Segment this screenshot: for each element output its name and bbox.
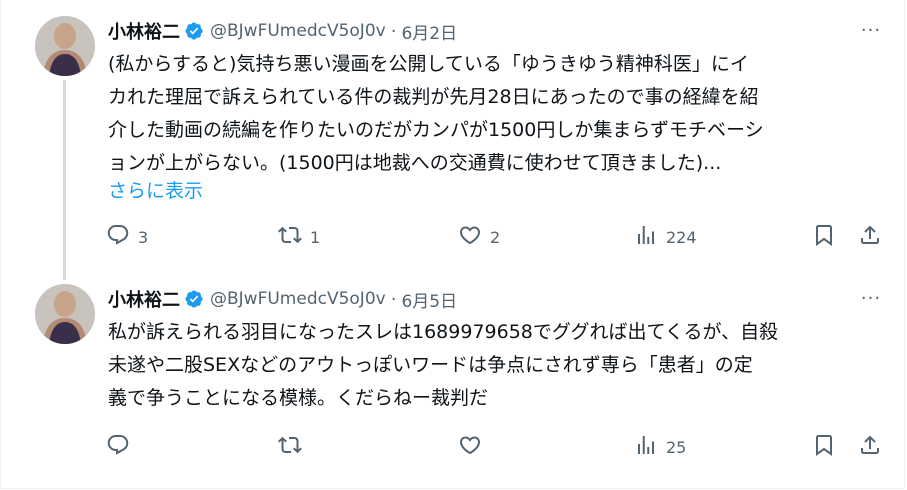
views-button[interactable]: 25 — [634, 432, 686, 462]
verified-badge-icon — [184, 289, 204, 309]
views-icon — [634, 433, 658, 461]
tweet-header: 小林裕二 @BJwFUmedcV5oJ0v · 6月2日 — [108, 18, 457, 44]
views-count: 224 — [666, 227, 697, 247]
author-handle[interactable]: @BJwFUmedcV5oJ0v — [210, 289, 386, 309]
share-icon — [858, 223, 882, 251]
like-icon — [458, 223, 482, 251]
retweet-icon — [278, 433, 302, 461]
timeline: 小林裕二 @BJwFUmedcV5oJ0v · 6月2日 ··· (私からすると… — [0, 0, 905, 489]
views-count: 25 — [666, 437, 687, 457]
tweet-text: 私が訴えられる羽目になったスレは1689979658でググれば出てくるが、自殺 … — [108, 321, 779, 409]
tweet-text: (私からすると)気持ち悪い漫画を公開している「ゆうきゆう精神科医」にイ カれた理… — [108, 53, 764, 174]
share-button[interactable] — [858, 432, 882, 462]
separator-dot: · — [390, 288, 397, 310]
tweet[interactable]: 小林裕二 @BJwFUmedcV5oJ0v · 6月2日 ··· (私からすると… — [1, 0, 906, 280]
thread-line — [63, 80, 66, 280]
retweet-icon — [278, 223, 302, 251]
more-icon[interactable]: ··· — [858, 20, 884, 41]
like-button[interactable]: 2 — [458, 222, 500, 252]
bookmark-button[interactable] — [812, 222, 836, 252]
tweet-actions: 3 1 2 224 — [106, 222, 886, 252]
like-button[interactable] — [458, 432, 490, 462]
like-icon — [458, 433, 482, 461]
show-more-link[interactable]: さらに表示 — [108, 176, 203, 203]
bookmark-icon — [812, 223, 836, 251]
share-icon — [858, 433, 882, 461]
reply-button[interactable] — [106, 432, 138, 462]
bookmark-icon — [812, 433, 836, 461]
tweet-header: 小林裕二 @BJwFUmedcV5oJ0v · 6月5日 — [108, 286, 457, 312]
reply-icon — [106, 223, 130, 251]
author-handle[interactable]: @BJwFUmedcV5oJ0v — [210, 21, 386, 41]
reply-count: 3 — [138, 227, 149, 247]
bookmark-button[interactable] — [812, 432, 836, 462]
tweet-actions: 25 — [106, 432, 886, 462]
retweet-button[interactable]: 1 — [278, 222, 320, 252]
avatar[interactable] — [35, 284, 95, 344]
verified-badge-icon — [184, 21, 204, 41]
avatar[interactable] — [35, 16, 95, 76]
retweet-count: 1 — [310, 227, 321, 247]
tweet[interactable]: 小林裕二 @BJwFUmedcV5oJ0v · 6月5日 ··· 私が訴えられる… — [1, 268, 906, 483]
retweet-button[interactable] — [278, 432, 310, 462]
reply-button[interactable]: 3 — [106, 222, 148, 252]
tweet-date[interactable]: 6月5日 — [401, 287, 457, 312]
author-name[interactable]: 小林裕二 — [108, 286, 180, 312]
author-name[interactable]: 小林裕二 — [108, 18, 180, 44]
more-icon[interactable]: ··· — [858, 288, 884, 309]
share-button[interactable] — [858, 222, 882, 252]
tweet-date[interactable]: 6月2日 — [401, 19, 457, 44]
separator-dot: · — [390, 20, 397, 42]
like-count: 2 — [490, 227, 501, 247]
views-icon — [634, 223, 658, 251]
reply-icon — [106, 433, 130, 461]
views-button[interactable]: 224 — [634, 222, 697, 252]
